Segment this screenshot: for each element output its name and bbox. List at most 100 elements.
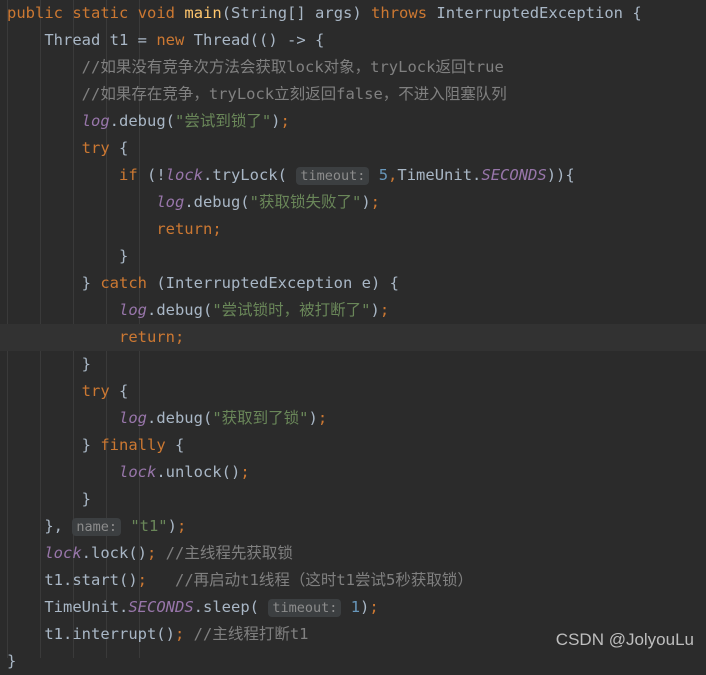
code-token-kw: if	[118, 166, 138, 184]
code-token-kw: static	[72, 4, 129, 22]
code-token-kw: throws	[371, 4, 428, 22]
code-token-semi: ;	[212, 220, 222, 238]
code-line[interactable]: try {	[0, 378, 706, 405]
code-token-str: "获取到了锁"	[212, 409, 309, 427]
code-token-pun: t1.interrupt()	[44, 625, 175, 643]
code-token-pun: []	[287, 4, 316, 22]
code-line[interactable]: lock.unlock();	[0, 459, 706, 486]
code-editor[interactable]: public static void main(String[] args) t…	[0, 0, 706, 670]
parameter-hint-badge[interactable]: name:	[72, 518, 121, 536]
code-token-type: TimeUnit	[44, 598, 119, 616]
code-token-fld: lock	[118, 463, 157, 481]
code-token-pun	[427, 4, 436, 22]
code-token-pun	[369, 166, 378, 184]
code-token-pun	[184, 625, 193, 643]
code-line[interactable]: }	[0, 648, 706, 675]
code-token-pun: {	[109, 382, 129, 400]
code-token-pun: .debug(	[146, 409, 213, 427]
code-token-pun: },	[44, 517, 73, 535]
code-token-type: String	[231, 4, 288, 22]
code-token-pun: }	[7, 652, 17, 670]
code-content[interactable]: public static void main(String[] args) t…	[0, 0, 706, 675]
code-line[interactable]: }, name: "t1");	[0, 513, 706, 540]
code-line[interactable]: }	[0, 486, 706, 513]
code-token-type: InterruptedException	[436, 4, 624, 22]
code-line[interactable]: //如果存在竞争，tryLock立刻返回false，不进入阻塞队列	[0, 81, 706, 108]
code-token-pun: }	[81, 274, 101, 292]
code-token-str: "t1"	[130, 517, 168, 535]
code-line[interactable]: return;	[0, 216, 706, 243]
code-line[interactable]: t1.start(); //再启动t1线程（这时t1尝试5秒获取锁）	[0, 567, 706, 594]
code-token-kw: try	[81, 139, 110, 157]
code-token-pun: )	[360, 598, 370, 616]
code-token-semi: ;	[280, 112, 290, 130]
code-token-kw: void	[137, 4, 176, 22]
code-token-pun: {	[109, 139, 129, 157]
parameter-hint-badge[interactable]: timeout:	[296, 167, 370, 185]
code-line[interactable]: try {	[0, 135, 706, 162]
code-line[interactable]: log.debug("获取锁失败了");	[0, 189, 706, 216]
code-token-pun: )	[271, 112, 281, 130]
code-token-fld: lock	[165, 166, 203, 184]
code-token-pun	[341, 598, 350, 616]
code-token-semi: ;	[240, 463, 250, 481]
code-line[interactable]: }	[0, 351, 706, 378]
code-token-semi: ;	[146, 544, 157, 562]
code-token-pun: .	[118, 598, 129, 616]
code-token-pun: )	[361, 193, 371, 211]
code-token-semi: ;	[369, 598, 379, 616]
code-token-pun	[121, 517, 130, 535]
code-token-pun	[128, 4, 137, 22]
code-line[interactable]: }	[0, 243, 706, 270]
code-line[interactable]: } catch (InterruptedException e) {	[0, 270, 706, 297]
code-token-semi: ;	[174, 625, 185, 643]
code-token-fld: log	[81, 112, 110, 130]
code-token-pun: )	[167, 517, 177, 535]
code-token-num: 1	[350, 598, 361, 616]
code-token-semi: ;	[174, 328, 185, 346]
code-line-caret[interactable]: return;	[0, 324, 706, 351]
code-line[interactable]: log.debug("获取到了锁");	[0, 405, 706, 432]
code-token-pun	[287, 166, 296, 184]
code-token-semi: ;	[317, 409, 328, 427]
parameter-hint-badge[interactable]: timeout:	[268, 599, 342, 617]
code-token-pun: (	[221, 4, 232, 22]
code-line[interactable]: public static void main(String[] args) t…	[0, 0, 706, 27]
code-token-str: "尝试锁时，被打断了"	[212, 301, 371, 319]
code-line[interactable]: log.debug("尝试到锁了");	[0, 108, 706, 135]
code-token-semi: ;	[137, 571, 147, 589]
code-line[interactable]: TimeUnit.SECONDS.sleep( timeout: 1);	[0, 594, 706, 621]
code-token-cnst: SECONDS	[128, 598, 194, 616]
code-token-pun: )){	[546, 166, 575, 184]
code-token-pun	[63, 4, 72, 22]
code-line[interactable]: lock.lock(); //主线程先获取锁	[0, 540, 706, 567]
code-token-cmt: //如果存在竞争，tryLock立刻返回false，不进入阻塞队列	[81, 85, 507, 103]
code-line[interactable]: //如果没有竞争次方法会获取lock对象，tryLock返回true	[0, 54, 706, 81]
code-line[interactable]: } finally {	[0, 432, 706, 459]
code-token-pun	[175, 4, 184, 22]
code-token-type: Thread	[44, 31, 101, 49]
code-token-pun: )	[352, 4, 372, 22]
code-line[interactable]: if (!lock.tryLock( timeout: 5,TimeUnit.S…	[0, 162, 706, 189]
code-token-pun: }	[118, 247, 129, 265]
code-token-kw: catch	[100, 274, 147, 292]
code-token-kw: public	[7, 4, 63, 22]
code-token-kw: finally	[100, 436, 166, 454]
code-token-pun: .tryLock(	[202, 166, 287, 184]
code-line[interactable]: Thread t1 = new Thread(() -> {	[0, 27, 706, 54]
code-line[interactable]: log.debug("尝试锁时，被打断了");	[0, 297, 706, 324]
